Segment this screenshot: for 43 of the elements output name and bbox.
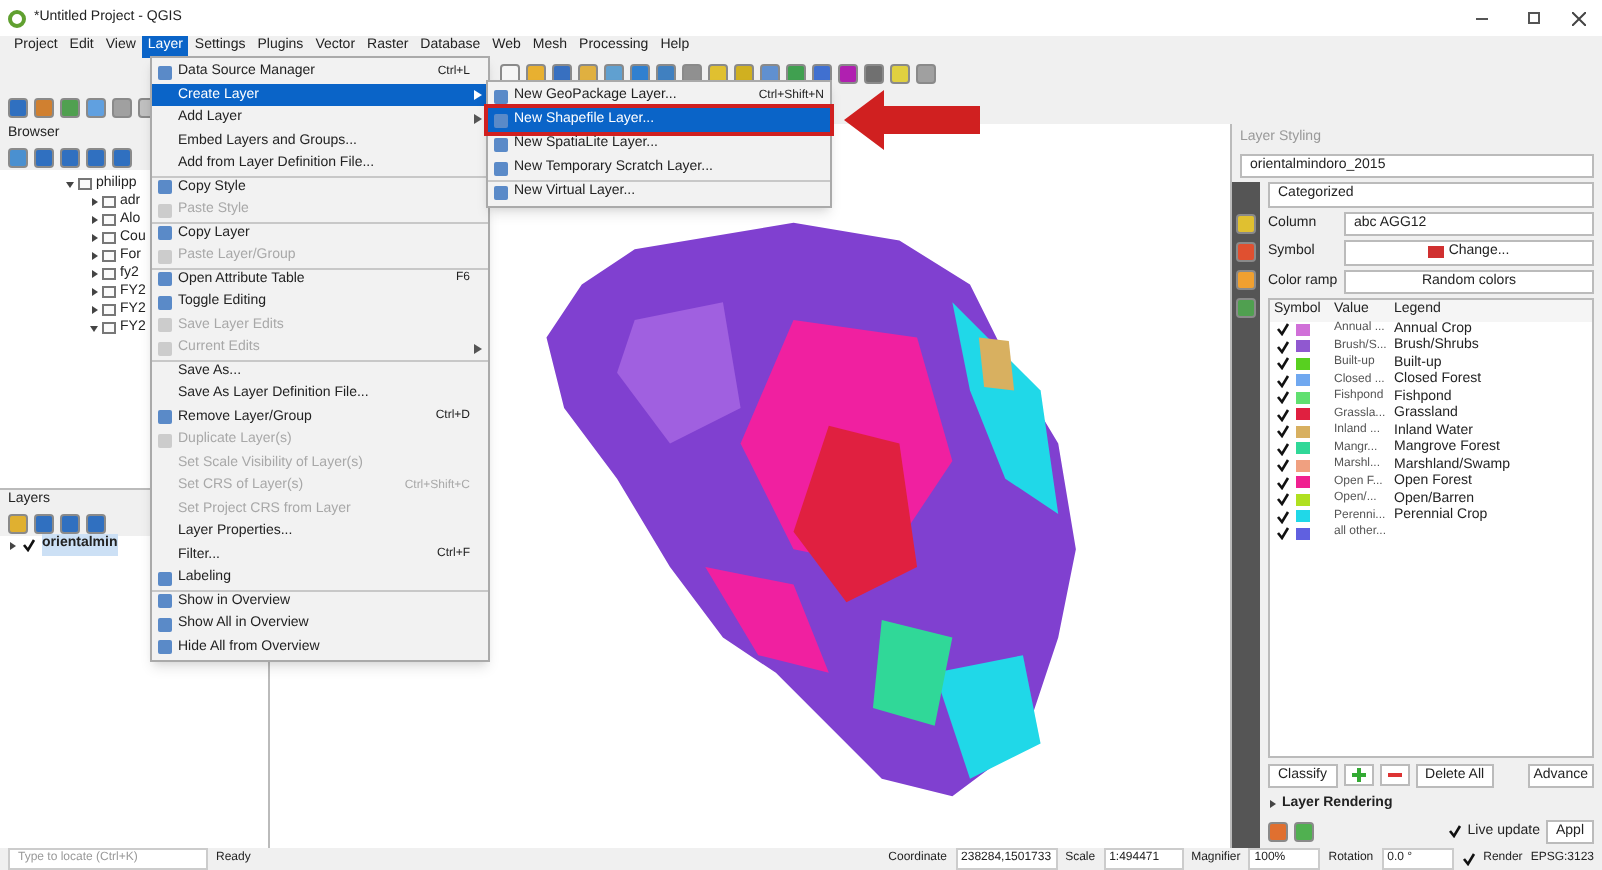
expander-icon[interactable] bbox=[8, 541, 16, 549]
checkmark[interactable] bbox=[1276, 407, 1290, 422]
restore-icon[interactable] bbox=[1528, 12, 1540, 24]
checkbox[interactable] bbox=[22, 538, 36, 552]
checkmark[interactable] bbox=[1276, 339, 1290, 354]
checkbox[interactable] bbox=[1447, 824, 1462, 839]
expander-icon[interactable] bbox=[90, 234, 98, 242]
expander-icon[interactable] bbox=[90, 324, 98, 332]
submenu-arrow-icon bbox=[474, 113, 482, 124]
color-swatch bbox=[1428, 246, 1445, 259]
expander-icon[interactable] bbox=[1268, 800, 1276, 809]
redo-icon[interactable] bbox=[1294, 821, 1314, 842]
remove-button[interactable] bbox=[1379, 764, 1410, 787]
checkmark[interactable] bbox=[1276, 509, 1290, 524]
expander-icon[interactable] bbox=[90, 270, 98, 278]
expander-icon[interactable] bbox=[90, 288, 98, 296]
add-button[interactable] bbox=[1343, 764, 1374, 787]
expander-icon[interactable] bbox=[90, 216, 98, 224]
checkmark[interactable] bbox=[1276, 492, 1290, 507]
checkmark[interactable] bbox=[1276, 475, 1290, 490]
checkmark[interactable] bbox=[1276, 458, 1290, 473]
close-icon[interactable] bbox=[1572, 11, 1586, 25]
checkbox[interactable] bbox=[1461, 852, 1476, 866]
app-logo-icon bbox=[8, 9, 26, 27]
minus-icon bbox=[1387, 768, 1402, 783]
plus-icon bbox=[1351, 768, 1366, 783]
undo-icon[interactable] bbox=[1268, 821, 1288, 842]
minimize-icon[interactable] bbox=[1476, 17, 1488, 19]
expander-icon[interactable] bbox=[90, 198, 98, 206]
annotation-arrow bbox=[844, 90, 980, 150]
submenu-arrow-icon bbox=[474, 343, 482, 354]
expander-icon[interactable] bbox=[66, 180, 74, 188]
checkmark[interactable] bbox=[1276, 356, 1290, 371]
checkmark[interactable] bbox=[1276, 373, 1290, 388]
checkmark[interactable] bbox=[1276, 441, 1290, 456]
menu-icon bbox=[158, 65, 172, 80]
expander-icon[interactable] bbox=[90, 306, 98, 314]
expander-icon[interactable] bbox=[90, 252, 98, 260]
checkmark[interactable] bbox=[1276, 322, 1290, 337]
checkmark[interactable] bbox=[1276, 424, 1290, 439]
checkmark[interactable] bbox=[1276, 526, 1290, 541]
submenu-arrow-icon bbox=[474, 90, 482, 101]
checkmark[interactable] bbox=[1276, 390, 1290, 405]
